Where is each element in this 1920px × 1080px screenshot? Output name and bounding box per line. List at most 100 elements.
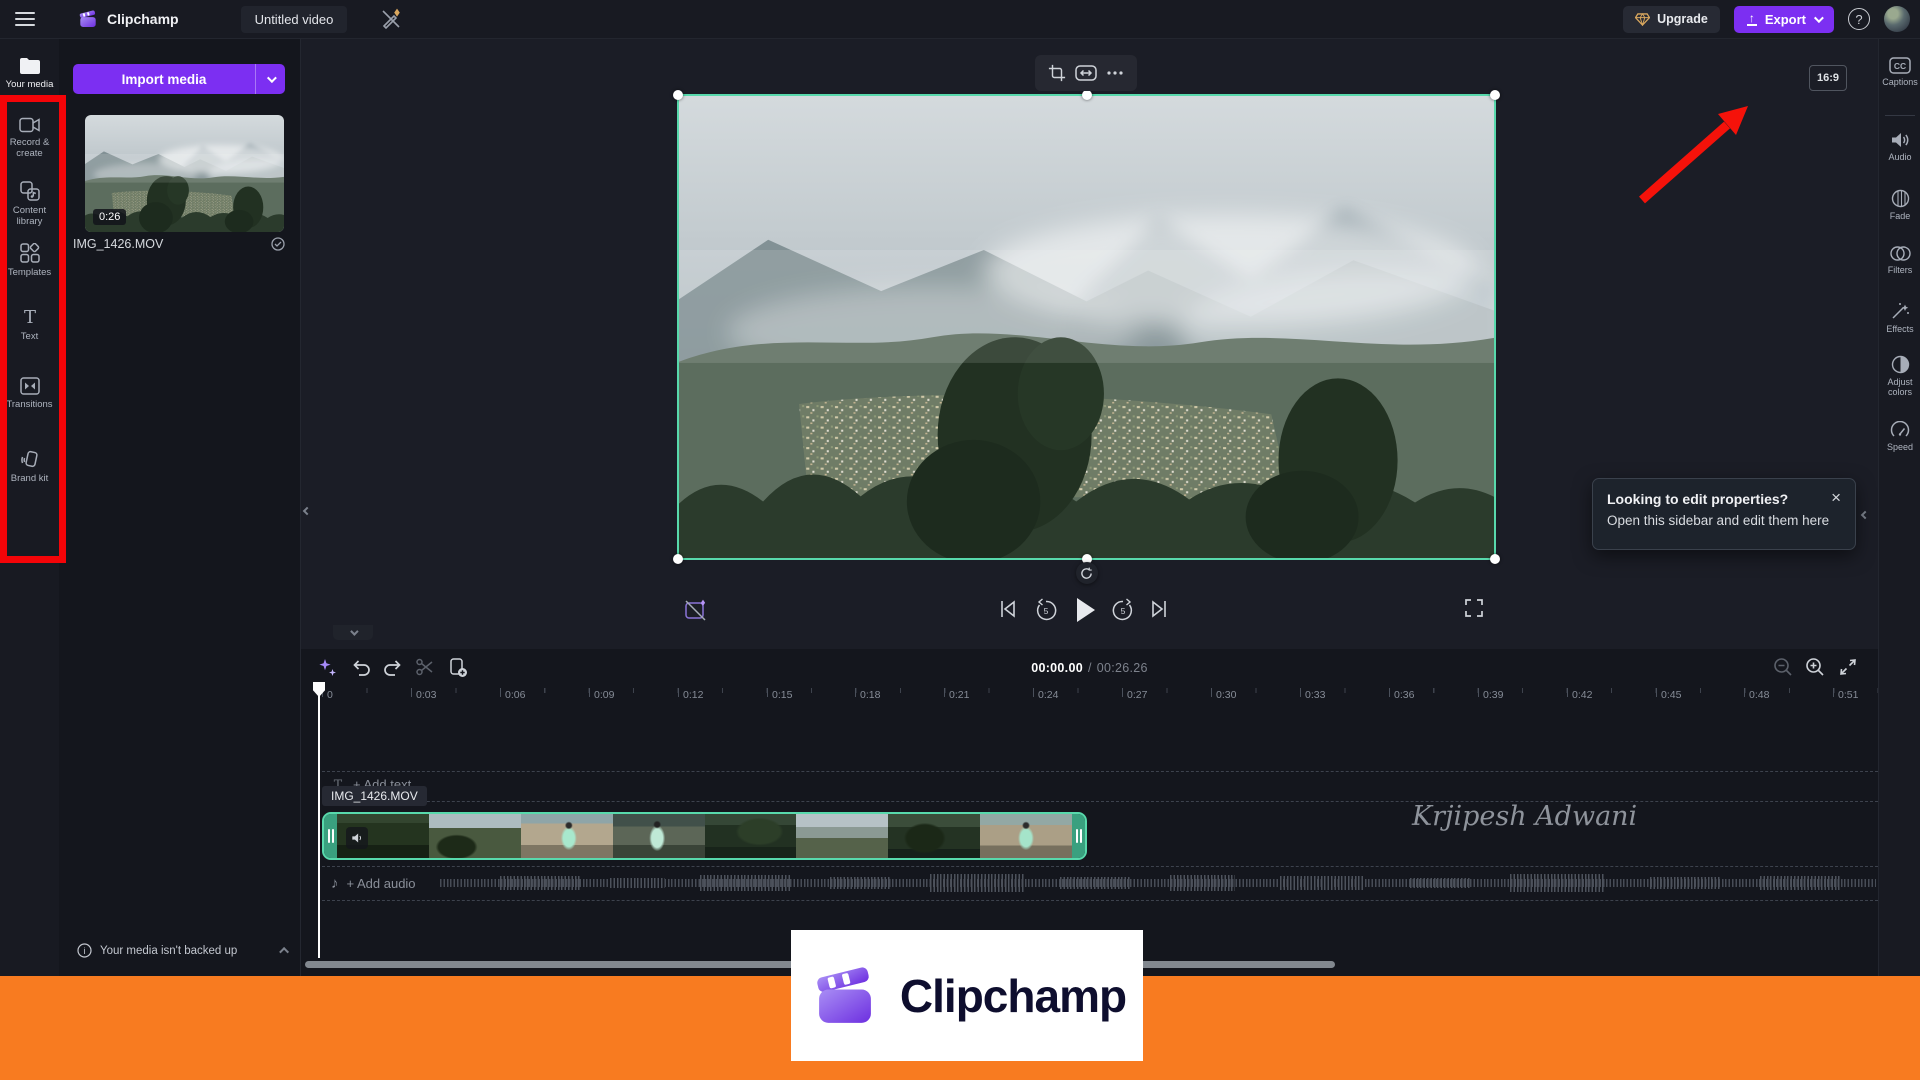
sidebar-item-your-media[interactable]: Your media (0, 57, 59, 90)
trim-handle-left[interactable] (324, 814, 337, 858)
upgrade-label: Upgrade (1657, 12, 1708, 26)
templates-icon (20, 243, 40, 263)
resize-handle-bottom-right[interactable] (1490, 554, 1500, 564)
fullscreen-icon[interactable] (1464, 598, 1484, 618)
play-button[interactable] (1072, 595, 1098, 625)
media-thumbnail[interactable]: 0:26 (85, 115, 284, 232)
rotate-icon (1080, 567, 1093, 580)
crop-icon[interactable] (1048, 64, 1066, 82)
clip-name-badge: IMG_1426.MOV (322, 786, 427, 806)
media-panel: Import media 0:26 IMG_1426.MOV i Your me… (59, 39, 301, 976)
diamond-icon (1635, 13, 1650, 26)
project-title-field[interactable]: Untitled video (241, 6, 348, 33)
more-options-icon[interactable] (1106, 70, 1124, 76)
chevron-left-icon (303, 507, 311, 515)
chevron-left-icon (1861, 511, 1869, 519)
user-avatar[interactable] (1884, 6, 1910, 32)
track-divider (322, 771, 1878, 772)
resize-handle-bottom-left[interactable] (673, 554, 683, 564)
forward-5-icon[interactable]: 5 (1111, 598, 1135, 622)
track-divider (322, 900, 1878, 901)
total-duration: 00:26.26 (1097, 661, 1148, 675)
collapse-right-panel-handle[interactable] (1862, 505, 1868, 523)
timeline-ruler[interactable]: 0 0:03 0:06 0:09 0:12 0:15 0:18 0:21 0:2… (322, 688, 1878, 710)
chevron-up-icon[interactable] (279, 947, 289, 957)
adjust-colors-icon (1891, 355, 1910, 374)
aspect-ratio-badge[interactable]: 16:9 (1809, 65, 1847, 91)
time-display: 00:00.00 / 00:26.26 (301, 649, 1878, 687)
speaker-icon (1890, 131, 1910, 149)
duration-badge: 0:26 (93, 209, 126, 225)
chevron-down-icon (1814, 13, 1824, 23)
add-audio-track[interactable]: ♪ + Add audio (331, 875, 416, 892)
track-divider (322, 866, 1878, 867)
collapse-preview-tab[interactable] (333, 625, 373, 640)
sidebar-item-adjust-colors[interactable]: Adjust colors (1879, 355, 1920, 397)
sidebar-item-fade[interactable]: Fade (1879, 189, 1920, 221)
footer-brand-card: Clipchamp (791, 930, 1143, 1061)
clip-frame (796, 814, 888, 858)
backup-notice[interactable]: i Your media isn't backed up (77, 943, 289, 958)
resize-handle-top-right[interactable] (1490, 90, 1500, 100)
sidebar-item-templates[interactable]: Templates (0, 243, 59, 278)
track-divider (322, 801, 1878, 802)
upgrade-button[interactable]: Upgrade (1623, 6, 1720, 33)
speed-gauge-icon (1890, 421, 1910, 439)
fit-aspect-icon[interactable] (1075, 65, 1097, 81)
timeline-toolbar: 00:00.00 / 00:26.26 (301, 649, 1878, 687)
import-media-dropdown[interactable] (255, 64, 285, 94)
timeline-clip[interactable] (322, 812, 1087, 860)
sidebar-item-text[interactable]: T Text (0, 307, 59, 342)
clapperboard-icon (77, 8, 99, 30)
tooltip-title: Looking to edit properties? (1607, 491, 1823, 507)
timeline: 00:00.00 / 00:26.26 0 0:03 0:06 0:09 0:1… (301, 649, 1878, 976)
resize-handle-top[interactable] (1082, 90, 1092, 100)
zoom-in-icon[interactable] (1805, 657, 1825, 677)
svg-text:CC: CC (1894, 61, 1906, 71)
creator-watermark: Krjipesh Adwani (1412, 801, 1637, 832)
sidebar-item-content-library[interactable]: Content library (0, 181, 59, 227)
clip-frame (705, 814, 797, 858)
svg-text:5: 5 (1044, 606, 1049, 616)
playback-controls: 5 5 (301, 588, 1878, 632)
right-sidebar: CC Captions Audio Fade Filters Effects (1878, 39, 1920, 976)
clip-audio-indicator[interactable] (346, 827, 368, 849)
ai-pen-disabled-icon[interactable] (379, 7, 403, 31)
import-media-button[interactable]: Import media (73, 64, 285, 94)
auto-captions-disabled-icon[interactable] (683, 598, 709, 624)
sidebar-item-transitions[interactable]: Transitions (0, 377, 59, 410)
clip-frame (888, 814, 980, 858)
canvas-toolbar (1035, 55, 1137, 91)
zoom-to-fit-icon[interactable] (1838, 657, 1858, 677)
rewind-5-icon[interactable]: 5 (1034, 598, 1058, 622)
content-library-icon (20, 181, 40, 201)
trim-handle-right[interactable] (1072, 814, 1085, 858)
audio-waveform (440, 870, 1876, 896)
video-canvas[interactable] (677, 94, 1496, 560)
sidebar-item-audio[interactable]: Audio (1879, 131, 1920, 162)
resize-handle-top-left[interactable] (673, 90, 683, 100)
sidebar-item-speed[interactable]: Speed (1879, 421, 1920, 452)
sidebar-item-effects[interactable]: Effects (1879, 301, 1920, 334)
clapperboard-icon (808, 959, 882, 1033)
app-logo[interactable]: Clipchamp (77, 8, 179, 30)
skip-to-start-icon[interactable] (998, 598, 1018, 620)
check-circle-icon[interactable] (271, 237, 285, 251)
sidebar-item-captions[interactable]: CC Captions (1879, 57, 1920, 87)
help-button[interactable]: ? (1848, 8, 1870, 30)
export-button[interactable]: ↑ Export (1734, 6, 1834, 33)
fade-icon (1891, 189, 1910, 208)
tooltip-close-button[interactable]: × (1831, 491, 1841, 505)
hamburger-menu-icon[interactable] (15, 12, 35, 26)
export-label: Export (1765, 12, 1806, 27)
effects-wand-icon (1890, 301, 1910, 321)
zoom-out-icon[interactable] (1773, 657, 1793, 677)
sidebar-item-brand-kit[interactable]: Brand kit (0, 449, 59, 484)
skip-to-end-icon[interactable] (1149, 598, 1169, 620)
import-media-label: Import media (73, 72, 255, 87)
properties-tooltip: Looking to edit properties? × Open this … (1592, 478, 1856, 550)
sidebar-item-filters[interactable]: Filters (1879, 245, 1920, 275)
sidebar-item-record-create[interactable]: Record & create (0, 117, 59, 159)
rotate-handle[interactable] (1076, 562, 1098, 584)
collapse-left-panel-handle[interactable] (301, 498, 313, 524)
